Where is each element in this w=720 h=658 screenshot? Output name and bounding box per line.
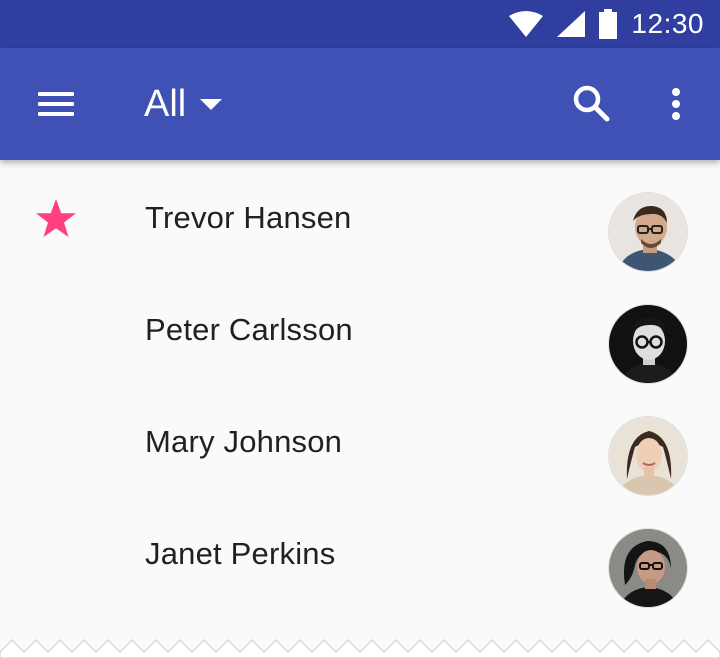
status-bar: 12:30 [0,0,720,48]
menu-button[interactable] [26,82,86,126]
more-options-button[interactable] [656,78,696,130]
filter-selected-label: All [144,83,187,125]
search-button[interactable] [566,78,618,130]
search-icon [573,85,610,122]
contact-list: Trevor Hansen Peter Carlsson Mary Johnso… [0,162,720,610]
avatar [608,528,688,608]
avatar [608,416,688,496]
contact-name: Trevor Hansen [145,200,352,235]
list-item[interactable]: Mary Johnson [0,386,720,498]
star-icon[interactable] [34,196,78,240]
contact-name: Janet Perkins [145,536,336,571]
avatar [608,192,688,272]
dropdown-arrow-icon [200,98,223,110]
app-bar: All [0,48,720,160]
contact-name: Peter Carlsson [145,312,353,347]
battery-icon [599,9,618,39]
list-item[interactable]: Peter Carlsson [0,274,720,386]
avatar [608,304,688,384]
torn-edge-divider [0,638,720,658]
status-time: 12:30 [631,8,704,39]
list-item[interactable]: Trevor Hansen [0,162,720,274]
wifi-icon [509,11,544,37]
list-item[interactable]: Janet Perkins [0,498,720,610]
contact-name: Mary Johnson [145,424,343,459]
phone-screen: 12:30 All Trevor Hansen Peter Carlsson M… [0,0,720,658]
cell-signal-icon [557,11,586,37]
filter-dropdown[interactable]: All [144,76,223,132]
